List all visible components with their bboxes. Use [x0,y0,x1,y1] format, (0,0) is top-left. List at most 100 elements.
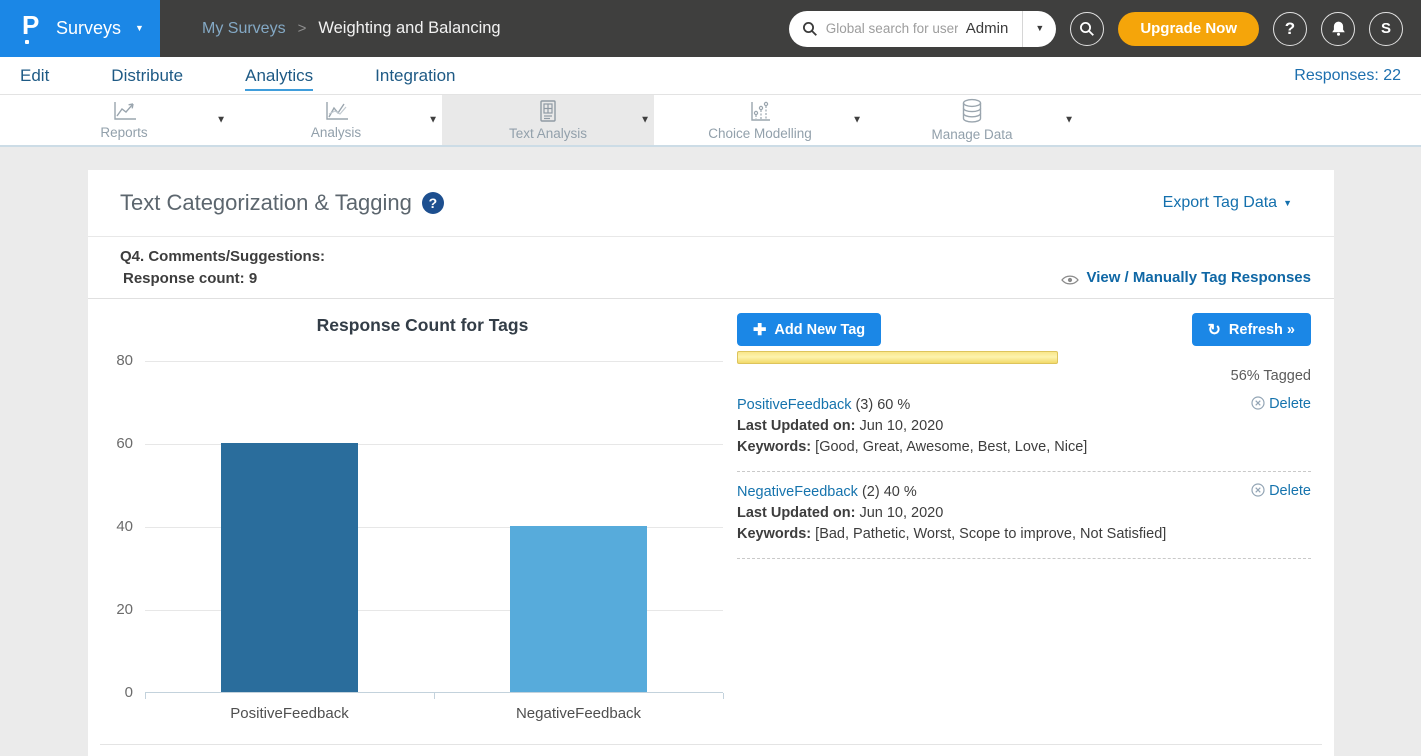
add-new-tag-button[interactable]: ✚ Add New Tag [737,313,881,346]
export-tag-data-dropdown[interactable]: Export Tag Data ▼ [1163,194,1292,212]
bar-PositiveFeedback[interactable] [221,443,358,692]
help-icon[interactable]: ? [422,192,444,214]
chevron-down-icon[interactable]: ▼ [216,115,226,126]
breadcrumb: My Surveys > Weighting and Balancing [202,19,501,38]
refresh-button[interactable]: ↻ Refresh » [1192,313,1312,346]
tab-choice-modelling[interactable]: Choice Modelling ▼ [654,95,866,145]
tab-label: Reports [100,125,147,140]
tab-label: Choice Modelling [708,126,812,141]
product-menu[interactable]: P Surveys ▼ [0,0,160,57]
progress-label-wrap: 56% Tagged [737,368,1311,384]
product-label: Surveys [56,18,121,39]
tab-label: Manage Data [931,127,1012,142]
search-input[interactable] [826,21,958,36]
last-updated-label: Last Updated on: [737,505,855,521]
question-row: Q4. Comments/Suggestions: Response count… [88,237,1334,299]
survey-nav: Edit Distribute Analytics Integration Re… [0,57,1421,95]
search-icon [1079,21,1095,37]
tab-analysis[interactable]: Analysis ▼ [230,95,442,145]
divider [737,471,1311,472]
text-grid-icon [537,99,559,123]
breadcrumb-parent[interactable]: My Surveys [202,20,286,38]
keywords-value: [Good, Great, Awesome, Best, Love, Nice] [811,439,1087,455]
view-manually-tag-link[interactable]: View / Manually Tag Responses [1086,269,1311,286]
gridline [145,361,723,362]
global-search: Admin ▼ [789,11,1057,47]
tag-count-percent: (3) 60 % [851,397,910,413]
keywords-label: Keywords: [737,526,811,542]
line-chart-icon [322,100,350,122]
chart-title: Response Count for Tags [100,315,745,336]
tag-list: PositiveFeedback (3) 60 % Last Updated o… [737,393,1311,559]
page-title: Text Categorization & Tagging [120,190,412,216]
database-icon [960,98,984,124]
search-scope-dropdown[interactable]: ▼ [1023,24,1056,33]
delete-tag-link[interactable]: Delete [1251,483,1311,499]
chevron-down-icon[interactable]: ▼ [1064,115,1074,126]
progress-label: 56% Tagged [1231,368,1311,384]
tab-label: Text Analysis [509,126,587,141]
responses-count[interactable]: Responses: 22 [1294,67,1401,85]
notifications-button[interactable] [1321,12,1355,46]
last-updated-value: Jun 10, 2020 [855,505,943,521]
tab-label: Analysis [311,125,361,140]
y-axis-tick-label: 40 [101,518,133,535]
eye-icon [1061,274,1079,286]
y-axis-tick-label: 0 [101,684,133,701]
divider [737,558,1311,559]
tag-name-link[interactable]: PositiveFeedback [737,397,851,413]
progress-fill [737,351,1058,364]
y-axis-tick-label: 80 [101,352,133,369]
tab-text-analysis[interactable]: Text Analysis ▼ [442,95,654,145]
refresh-icon: ↻ [1208,320,1221,340]
scatter-chart-icon [746,99,774,123]
card-header: Text Categorization & Tagging ? Export T… [88,170,1334,237]
last-updated-label: Last Updated on: [737,418,855,434]
chevron-down-icon: ▼ [135,24,144,33]
nav-item-analytics[interactable]: Analytics [245,60,313,91]
tag-item: PositiveFeedback (3) 60 % Last Updated o… [737,393,1311,462]
delete-tag-link[interactable]: Delete [1251,396,1311,412]
top-bar-actions: Admin ▼ Upgrade Now ? S [789,11,1421,47]
nav-item-integration[interactable]: Integration [375,60,455,91]
nav-item-edit[interactable]: Edit [20,60,49,91]
bar-NegativeFeedback[interactable] [510,526,647,692]
search-scope-value[interactable]: Admin [958,20,1023,37]
keywords-value: [Bad, Pathetic, Worst, Scope to improve,… [811,526,1166,542]
keywords-label: Keywords: [737,439,811,455]
app-window: P Surveys ▼ My Surveys > Weighting and B… [0,0,1421,756]
tagging-progress-bar [737,351,1311,365]
tab-manage-data[interactable]: Manage Data ▼ [866,95,1078,145]
questionpro-logo-icon: P [22,14,44,44]
help-button[interactable]: ? [1273,12,1307,46]
search-icon [802,21,818,37]
search-button[interactable] [1070,12,1104,46]
bar-chart-plot-area: 020406080PositiveFeedbackNegativeFeedbac… [145,361,723,693]
account-avatar[interactable]: S [1369,12,1403,46]
x-axis-tick [434,693,435,699]
tag-name-link[interactable]: NegativeFeedback [737,484,858,500]
chevron-down-icon[interactable]: ▼ [852,115,862,126]
plus-icon: ✚ [753,320,766,340]
tag-item: NegativeFeedback (2) 40 % Last Updated o… [737,480,1311,549]
bell-icon [1330,20,1347,37]
tag-panel: ✚ Add New Tag ↻ Refresh » 56% Tagged Pos… [737,313,1311,567]
nav-item-distribute[interactable]: Distribute [111,60,183,91]
tab-reports[interactable]: Reports ▼ [18,95,230,145]
breadcrumb-separator-icon: > [298,20,307,37]
chevron-down-icon: ▼ [1283,199,1292,208]
upgrade-now-button[interactable]: Upgrade Now [1118,12,1259,46]
text-analysis-card: Text Categorization & Tagging ? Export T… [88,170,1334,756]
tag-count-percent: (2) 40 % [858,484,917,500]
response-count: Response count: 9 [120,270,325,287]
x-axis-category-label: NegativeFeedback [516,705,641,722]
last-updated-value: Jun 10, 2020 [855,418,943,434]
line-chart-icon [110,100,138,122]
tag-chart: Response Count for Tags 020406080Positiv… [100,300,745,750]
chevron-down-icon[interactable]: ▼ [640,115,650,126]
top-bar: P Surveys ▼ My Surveys > Weighting and B… [0,0,1421,57]
circle-x-icon [1251,483,1265,497]
chevron-down-icon[interactable]: ▼ [428,115,438,126]
analytics-tab-bar: Reports ▼ Analysis ▼ Text Analysis ▼ [0,95,1421,147]
y-axis-tick-label: 60 [101,435,133,452]
